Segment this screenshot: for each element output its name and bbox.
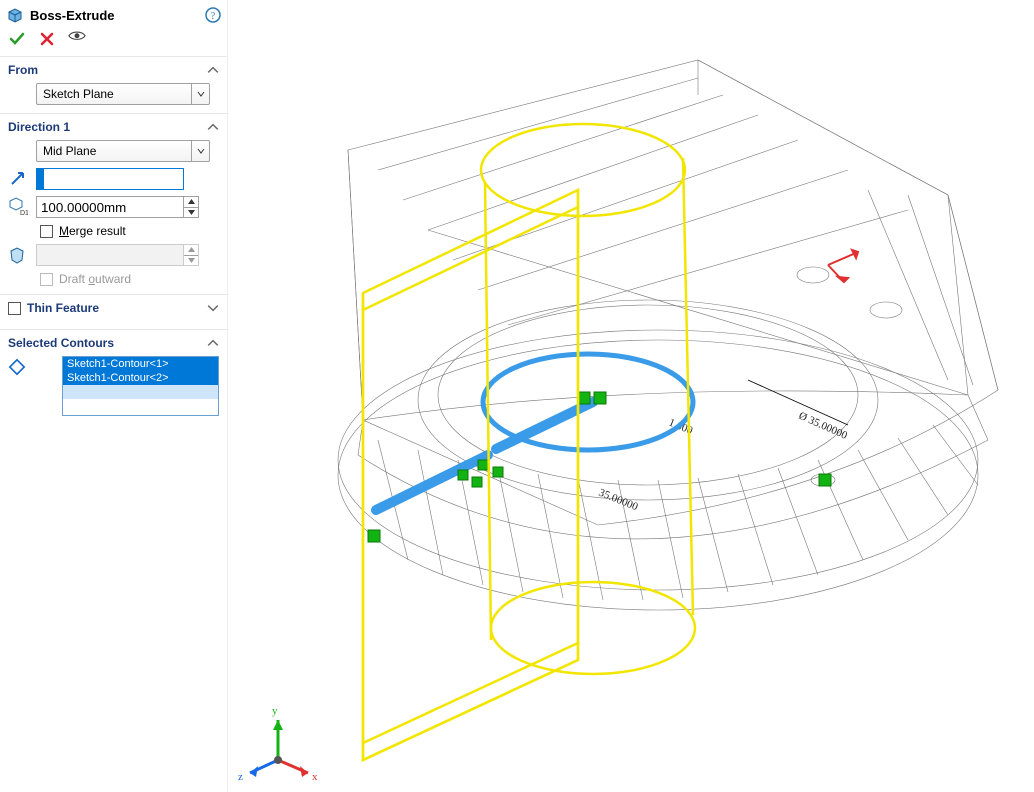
depth-icon[interactable]: D1 [8, 197, 28, 217]
spin-down-icon [184, 256, 198, 266]
boss-extrude-icon [6, 6, 24, 24]
section-contours-header[interactable]: Selected Contours [8, 336, 219, 350]
section-contours-label: Selected Contours [8, 336, 207, 350]
property-panel: Boss-Extrude ? From Sketch Plane [0, 0, 228, 792]
thin-feature-checkbox[interactable] [8, 302, 21, 315]
merge-result-checkbox[interactable]: Merge result [40, 224, 219, 238]
checkbox-icon [40, 225, 53, 238]
graphics-viewport[interactable]: Ø 35.00000 35.00000 1.000 [228, 0, 1034, 792]
chevron-up-icon [207, 121, 219, 133]
dim-diameter: Ø 35.00000 [797, 410, 850, 442]
ok-icon[interactable] [8, 30, 26, 48]
merge-label: Merge result [59, 224, 126, 238]
depth-row: D1 [8, 196, 219, 218]
confirm-row [0, 28, 227, 56]
dropdown-button[interactable] [191, 84, 209, 104]
contours-listbox[interactable]: Sketch1-Contour<1> Sketch1-Contour<2> [62, 356, 219, 416]
triad-y-label: y [272, 705, 278, 717]
section-thin-header[interactable]: Thin Feature [8, 301, 219, 315]
checkbox-icon [40, 273, 53, 286]
dim-len: 35.00000 [597, 487, 640, 514]
contour-item[interactable]: Sketch1-Contour<1> [63, 357, 218, 371]
preview-icon[interactable] [68, 30, 86, 48]
section-direction1: Direction 1 Mid Plane D1 [0, 113, 227, 294]
reverse-direction-row [8, 168, 219, 190]
from-dropdown[interactable]: Sketch Plane [36, 83, 210, 105]
help-icon[interactable]: ? [205, 7, 221, 23]
section-from-label: From [8, 63, 207, 77]
section-thin-feature: Thin Feature [0, 294, 227, 329]
chevron-up-icon [207, 64, 219, 76]
draft-spinner [183, 244, 199, 266]
sketch-handles [368, 392, 831, 542]
cancel-icon[interactable] [38, 30, 56, 48]
section-direction1-header[interactable]: Direction 1 [8, 120, 219, 134]
depth-input[interactable] [36, 196, 184, 218]
triad-z-label: z [238, 771, 243, 783]
depth-spinner[interactable] [183, 196, 199, 218]
section-from-header[interactable]: From [8, 63, 219, 77]
svg-text:?: ? [211, 11, 216, 22]
draft-on-off-icon[interactable] [8, 245, 28, 265]
contours-row: Sketch1-Contour<1> Sketch1-Contour<2> [8, 356, 219, 416]
section-selected-contours: Selected Contours Sketch1-Contour<1> Ske… [0, 329, 227, 424]
chevron-up-icon [207, 337, 219, 349]
chevron-down-icon [207, 302, 219, 314]
selected-sketch [376, 354, 693, 510]
draft-outward-checkbox: Draft outward [40, 272, 219, 286]
from-dropdown-value: Sketch Plane [37, 87, 191, 101]
view-triad[interactable]: x y z [238, 705, 318, 783]
dropdown-button[interactable] [191, 141, 209, 161]
svg-text:D1: D1 [20, 210, 28, 217]
contour-empty-slot[interactable] [63, 385, 218, 399]
model-wireframe [338, 60, 998, 610]
triad-x-label: x [312, 771, 318, 783]
thin-feature-label: Thin Feature [27, 301, 201, 315]
draft-row [8, 244, 219, 266]
reverse-direction-icon[interactable] [8, 169, 28, 189]
contour-icon [8, 358, 26, 378]
section-from: From Sketch Plane [0, 56, 227, 113]
spin-up-icon [184, 245, 198, 256]
direction1-method-value: Mid Plane [37, 144, 191, 158]
panel-title: Boss-Extrude [30, 8, 205, 23]
datum-arrows [828, 250, 858, 282]
contour-item[interactable]: Sketch1-Contour<2> [63, 371, 218, 385]
panel-header: Boss-Extrude ? [0, 0, 227, 28]
draft-angle-input [36, 244, 184, 266]
direction-vector-input[interactable] [36, 168, 184, 190]
draft-outward-label: Draft outward [59, 272, 131, 286]
spin-up-icon[interactable] [184, 197, 198, 208]
section-direction1-label: Direction 1 [8, 120, 207, 134]
direction1-method-dropdown[interactable]: Mid Plane [36, 140, 210, 162]
spin-down-icon[interactable] [184, 208, 198, 218]
